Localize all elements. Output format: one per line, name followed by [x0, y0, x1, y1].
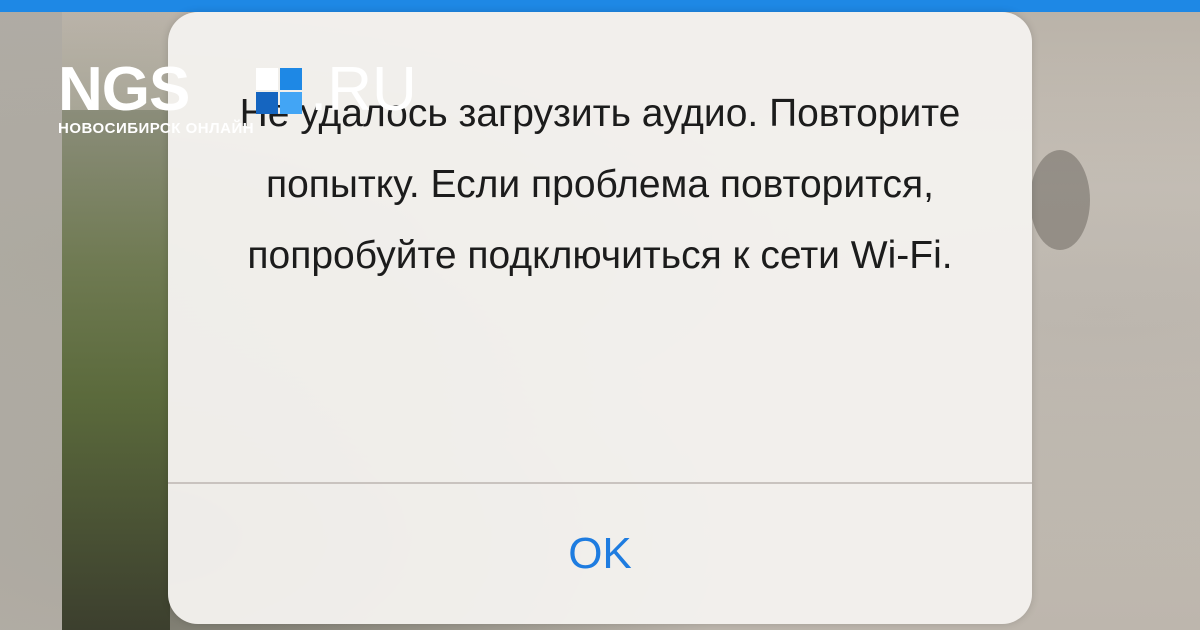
ngs-logo: NGS .RU НОВОСИБИРСК ОНЛАЙН	[58, 55, 418, 142]
brand-top-bar	[0, 0, 1200, 12]
logo-square-icon	[256, 68, 302, 114]
logo-ngs-text: NGS	[58, 55, 190, 124]
ok-button[interactable]: OK	[168, 484, 1032, 624]
play-button-background	[1030, 150, 1090, 250]
logo-subtitle: НОВОСИБИРСК ОНЛАЙН	[58, 120, 255, 137]
background-video-thumbnail	[62, 110, 170, 630]
logo-ru-text: .RU	[310, 55, 417, 124]
background-left-strip	[0, 0, 62, 630]
